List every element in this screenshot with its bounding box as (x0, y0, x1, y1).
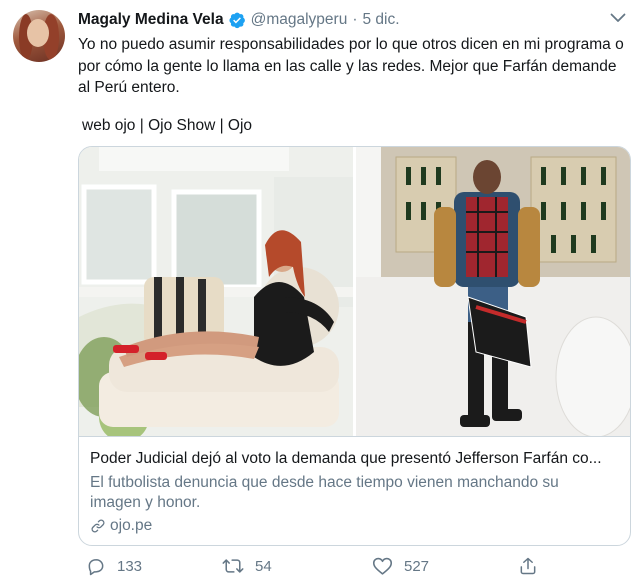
action-bar: 133 54 527 (78, 556, 628, 580)
like-count: 527 (404, 557, 430, 575)
card-media[interactable] (79, 147, 630, 436)
link-card[interactable]: Poder Judicial dejó al voto la demanda q… (78, 146, 631, 546)
reply-button[interactable]: 133 (86, 556, 142, 576)
reply-count: 133 (117, 557, 143, 575)
caret-down-icon[interactable] (610, 13, 626, 23)
reply-icon (88, 559, 104, 576)
share-icon (520, 557, 536, 575)
avatar[interactable] (13, 10, 65, 62)
card-body[interactable]: Poder Judicial dejó al voto la demanda q… (79, 436, 630, 534)
verified-badge-icon (229, 12, 245, 29)
tweet-tags: web ojo | Ojo Show | Ojo (82, 117, 253, 134)
retweet-count: 54 (255, 557, 272, 575)
tweet-header: Magaly Medina Vela @magalyperu · 5 dic. (78, 9, 400, 31)
card-title: Poder Judicial dejó al voto la demanda q… (90, 450, 602, 467)
like-button[interactable]: 527 (372, 556, 429, 576)
share-button[interactable] (518, 556, 549, 576)
tweet-text: Yo no puedo asumir responsabilidades por… (78, 36, 624, 96)
card-link[interactable]: ojo.pe (90, 517, 152, 535)
photo-left (79, 147, 353, 436)
like-icon (372, 557, 393, 575)
card-description: El futbolista denuncia que desde hace ti… (90, 474, 559, 511)
photo-right (356, 147, 630, 436)
tweet[interactable]: Magaly Medina Vela @magalyperu · 5 dic. … (0, 0, 640, 582)
link-icon (91, 519, 105, 533)
tweet-date[interactable]: 5 dic. (363, 11, 400, 29)
retweet-icon (222, 559, 244, 573)
author-name[interactable]: Magaly Medina Vela (78, 11, 224, 29)
separator-dot: · (352, 11, 358, 28)
card-link-text: ojo.pe (110, 517, 153, 534)
author-handle[interactable]: @magalyperu (251, 11, 348, 29)
retweet-button[interactable]: 54 (222, 556, 272, 576)
